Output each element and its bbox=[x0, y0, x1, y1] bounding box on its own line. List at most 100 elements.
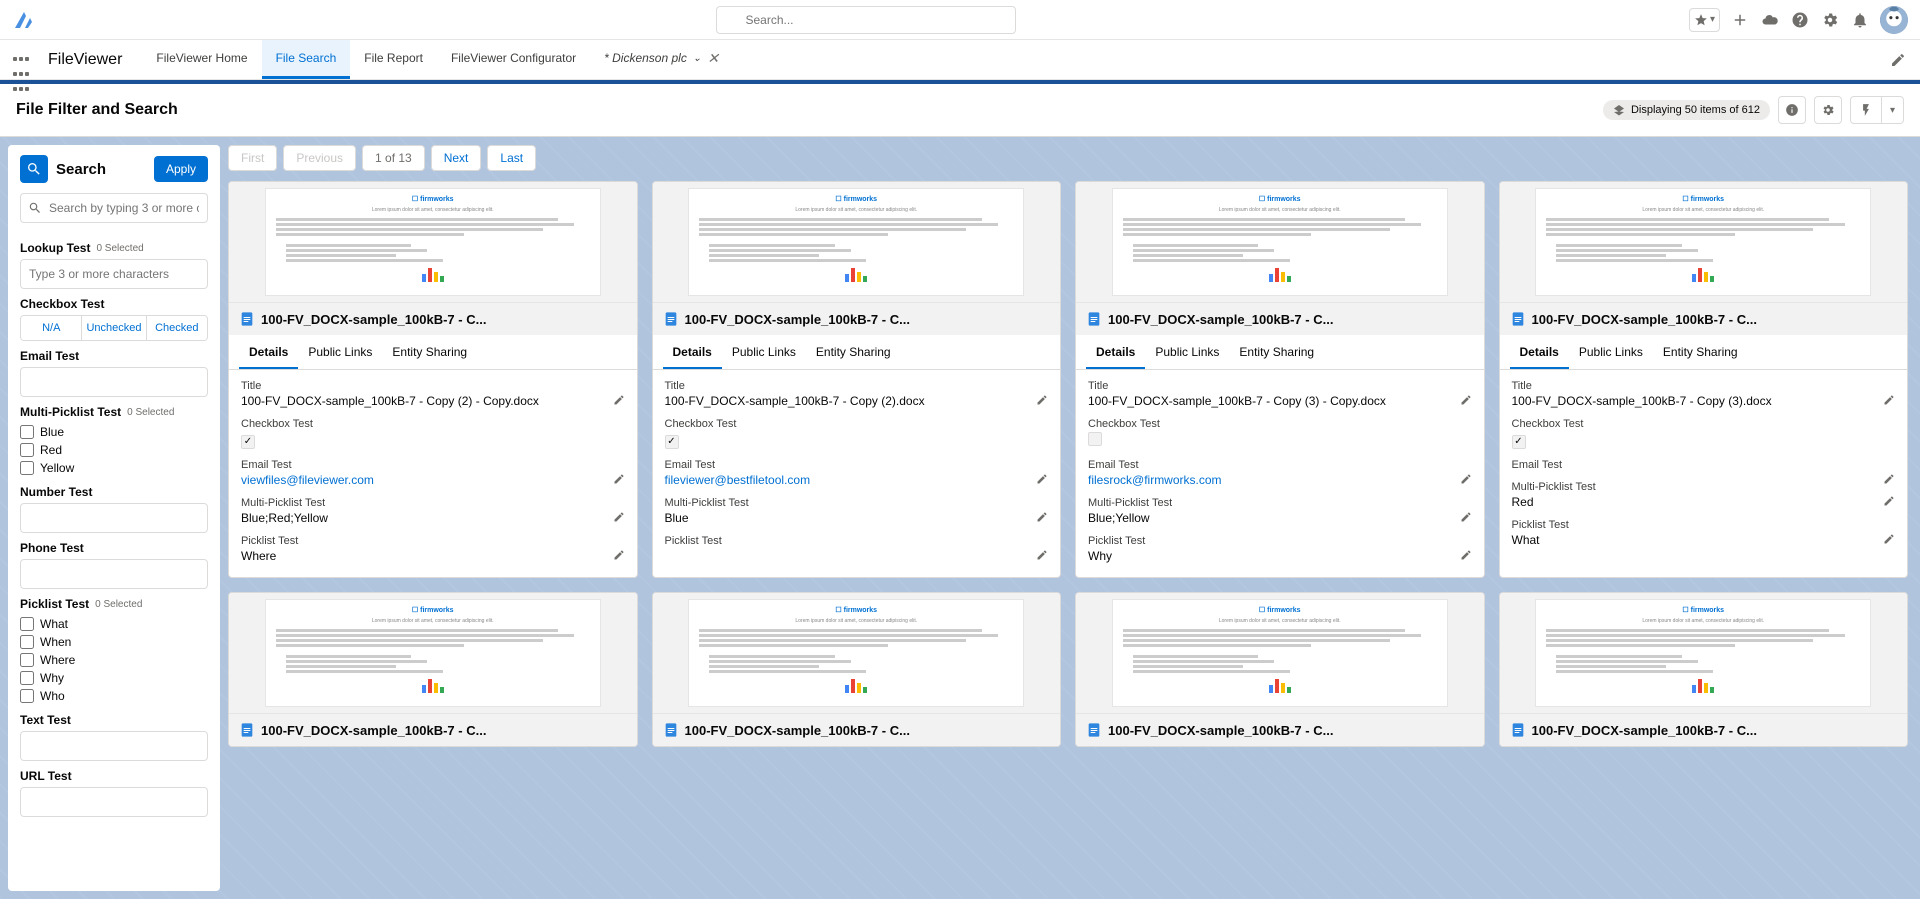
filter-checklist-item[interactable]: When bbox=[20, 633, 208, 651]
card-tab[interactable]: Public Links bbox=[1145, 335, 1229, 369]
nav-tab[interactable]: File Report bbox=[350, 40, 437, 79]
settings-button[interactable] bbox=[1814, 96, 1842, 124]
pager-next-button[interactable]: Next bbox=[431, 145, 482, 171]
file-thumbnail[interactable]: ☐ firmworks Lorem ipsum dolor sit amet, … bbox=[653, 593, 1061, 713]
doc-icon bbox=[1510, 722, 1526, 738]
add-button[interactable] bbox=[1730, 10, 1750, 30]
pager-prev-button[interactable]: Previous bbox=[283, 145, 356, 171]
edit-icon[interactable] bbox=[613, 473, 625, 485]
card-tab[interactable]: Details bbox=[663, 335, 722, 369]
edit-icon[interactable] bbox=[1460, 394, 1472, 406]
checkbox-input[interactable] bbox=[20, 689, 34, 703]
filter-checklist-item[interactable]: Where bbox=[20, 651, 208, 669]
action-dropdown[interactable]: ▾ bbox=[1850, 96, 1904, 124]
card-tab[interactable]: Entity Sharing bbox=[806, 335, 901, 369]
edit-icon[interactable] bbox=[1883, 533, 1895, 545]
avatar[interactable] bbox=[1880, 6, 1908, 34]
global-search-input[interactable] bbox=[716, 6, 1016, 34]
number-input[interactable] bbox=[20, 503, 208, 533]
edit-icon[interactable] bbox=[1460, 511, 1472, 523]
edit-icon[interactable] bbox=[1460, 473, 1472, 485]
setup-button[interactable] bbox=[1820, 10, 1840, 30]
file-thumbnail[interactable]: ☐ firmworks Lorem ipsum dolor sit amet, … bbox=[1500, 593, 1908, 713]
file-name-bar[interactable]: 100-FV_DOCX-sample_100kB-7 - C... bbox=[1500, 302, 1908, 335]
info-button[interactable] bbox=[1778, 96, 1806, 124]
nav-tab[interactable]: FileViewer Home bbox=[142, 40, 261, 79]
notifications-button[interactable] bbox=[1850, 10, 1870, 30]
text-input[interactable] bbox=[20, 731, 208, 761]
edit-icon[interactable] bbox=[1036, 473, 1048, 485]
checkbox-input[interactable] bbox=[20, 425, 34, 439]
filter-checklist-item[interactable]: Red bbox=[20, 441, 208, 459]
edit-icon[interactable] bbox=[1883, 495, 1895, 507]
edit-icon[interactable] bbox=[1036, 511, 1048, 523]
file-name-bar[interactable]: 100-FV_DOCX-sample_100kB-7 - C... bbox=[653, 302, 1061, 335]
checkbox-input[interactable] bbox=[20, 671, 34, 685]
phone-input[interactable] bbox=[20, 559, 208, 589]
checkbox-input[interactable] bbox=[20, 461, 34, 475]
favorites-dropdown[interactable]: ▾ bbox=[1689, 8, 1720, 32]
file-name-bar[interactable]: 100-FV_DOCX-sample_100kB-7 - C... bbox=[1076, 302, 1484, 335]
url-input[interactable] bbox=[20, 787, 208, 817]
edit-nav-button[interactable] bbox=[1888, 50, 1908, 70]
checkbox-filter-option[interactable]: Unchecked bbox=[82, 316, 146, 340]
lookup-input[interactable] bbox=[20, 259, 208, 289]
file-thumbnail[interactable]: ☐ firmworks Lorem ipsum dolor sit amet, … bbox=[1076, 182, 1484, 302]
checkbox-input[interactable] bbox=[20, 617, 34, 631]
close-icon[interactable]: ✕ bbox=[707, 50, 719, 67]
edit-icon[interactable] bbox=[613, 511, 625, 523]
pager-first-button[interactable]: First bbox=[228, 145, 277, 171]
nav-tab[interactable]: File Search bbox=[262, 40, 351, 79]
workspace-tab[interactable]: * Dickenson plc ⌄ ✕ bbox=[590, 40, 733, 79]
card-tabs: DetailsPublic LinksEntity Sharing bbox=[1500, 335, 1908, 370]
checkbox-input[interactable] bbox=[20, 653, 34, 667]
checkbox-filter-option[interactable]: N/A bbox=[21, 316, 82, 340]
card-tab[interactable]: Public Links bbox=[722, 335, 806, 369]
card-tab[interactable]: Entity Sharing bbox=[1229, 335, 1324, 369]
card-tab[interactable]: Entity Sharing bbox=[382, 335, 477, 369]
edit-icon[interactable] bbox=[1883, 394, 1895, 406]
card-tab[interactable]: Public Links bbox=[298, 335, 382, 369]
file-name-bar[interactable]: 100-FV_DOCX-sample_100kB-7 - C... bbox=[229, 302, 637, 335]
edit-icon[interactable] bbox=[613, 549, 625, 561]
filter-checklist-item[interactable]: Who bbox=[20, 687, 208, 705]
card-tabs: DetailsPublic LinksEntity Sharing bbox=[653, 335, 1061, 370]
filter-checklist-item[interactable]: Yellow bbox=[20, 459, 208, 477]
file-thumbnail[interactable]: ☐ firmworks Lorem ipsum dolor sit amet, … bbox=[229, 593, 637, 713]
nav-tab[interactable]: FileViewer Configurator bbox=[437, 40, 590, 79]
card-tab[interactable]: Details bbox=[239, 335, 298, 369]
checkbox-filter-option[interactable]: Checked bbox=[147, 316, 207, 340]
card-tab[interactable]: Entity Sharing bbox=[1653, 335, 1748, 369]
card-tab[interactable]: Details bbox=[1510, 335, 1569, 369]
cloud-button[interactable] bbox=[1760, 10, 1780, 30]
filter-checklist-item[interactable]: What bbox=[20, 615, 208, 633]
card-tab[interactable]: Public Links bbox=[1569, 335, 1653, 369]
file-name-bar[interactable]: 100-FV_DOCX-sample_100kB-7 - C... bbox=[229, 713, 637, 746]
edit-icon[interactable] bbox=[1036, 394, 1048, 406]
sidebar-search-input[interactable] bbox=[20, 193, 208, 223]
apply-button[interactable]: Apply bbox=[154, 156, 208, 182]
file-thumbnail[interactable]: ☐ firmworks Lorem ipsum dolor sit amet, … bbox=[653, 182, 1061, 302]
global-search-wrap bbox=[716, 6, 1016, 34]
email-input[interactable] bbox=[20, 367, 208, 397]
filter-email-label: Email Test bbox=[20, 349, 208, 363]
file-name-bar[interactable]: 100-FV_DOCX-sample_100kB-7 - C... bbox=[1076, 713, 1484, 746]
pager-last-button[interactable]: Last bbox=[487, 145, 536, 171]
filter-checklist-item[interactable]: Blue bbox=[20, 423, 208, 441]
edit-icon[interactable] bbox=[1460, 549, 1472, 561]
file-name-bar[interactable]: 100-FV_DOCX-sample_100kB-7 - C... bbox=[1500, 713, 1908, 746]
doc-icon bbox=[1086, 311, 1102, 327]
file-thumbnail[interactable]: ☐ firmworks Lorem ipsum dolor sit amet, … bbox=[1076, 593, 1484, 713]
edit-icon[interactable] bbox=[613, 394, 625, 406]
file-name-bar[interactable]: 100-FV_DOCX-sample_100kB-7 - C... bbox=[653, 713, 1061, 746]
help-button[interactable] bbox=[1790, 10, 1810, 30]
checkbox-input[interactable] bbox=[20, 635, 34, 649]
card-tab[interactable]: Details bbox=[1086, 335, 1145, 369]
filter-checklist-item[interactable]: Why bbox=[20, 669, 208, 687]
edit-icon[interactable] bbox=[1036, 549, 1048, 561]
file-thumbnail[interactable]: ☐ firmworks Lorem ipsum dolor sit amet, … bbox=[1500, 182, 1908, 302]
app-launcher[interactable] bbox=[12, 50, 32, 70]
checkbox-input[interactable] bbox=[20, 443, 34, 457]
file-thumbnail[interactable]: ☐ firmworks Lorem ipsum dolor sit amet, … bbox=[229, 182, 637, 302]
content-area: First Previous 1 of 13 Next Last ☐ firmw… bbox=[228, 145, 1920, 891]
